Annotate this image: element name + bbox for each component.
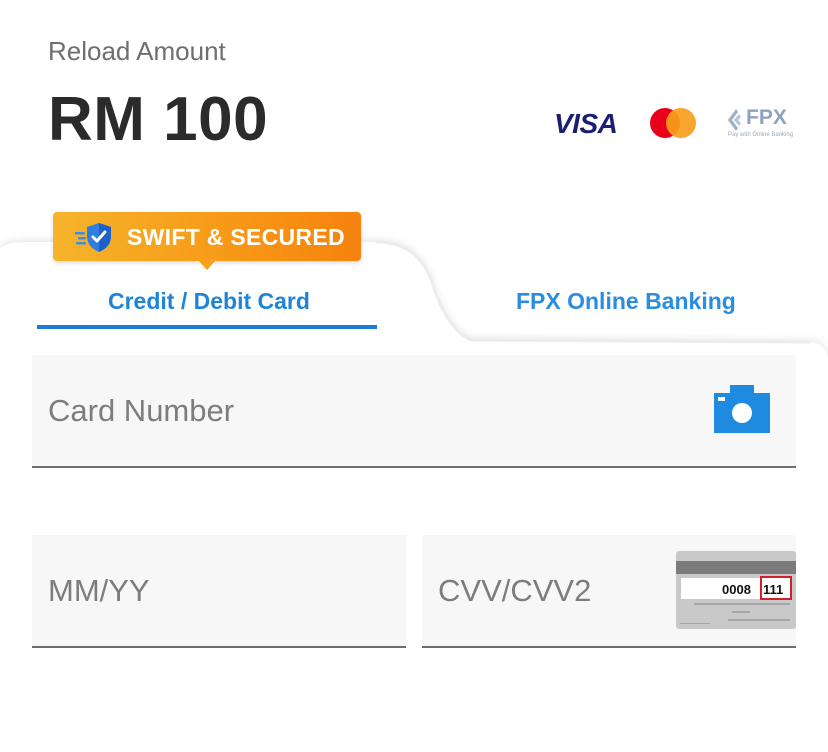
badge-pointer bbox=[197, 259, 217, 270]
mastercard-logo bbox=[650, 108, 696, 138]
reload-amount-label: Reload Amount bbox=[48, 36, 226, 66]
badge-text: SWIFT & SECURED bbox=[127, 224, 345, 250]
payment-logos: VISA FPX Pay with Online Banking bbox=[550, 100, 800, 146]
reload-amount-value: RM 100 bbox=[48, 85, 269, 154]
expiry-field[interactable] bbox=[32, 535, 406, 648]
card-number-field[interactable] bbox=[32, 355, 796, 468]
fpx-logo: FPX Pay with Online Banking bbox=[728, 106, 794, 138]
camera-icon[interactable] bbox=[714, 385, 770, 433]
cvv-hint-value: 111 bbox=[763, 582, 784, 597]
swift-secured-badge: SWIFT & SECURED bbox=[53, 212, 361, 261]
expiry-input[interactable] bbox=[32, 535, 406, 646]
card-number-input[interactable] bbox=[32, 355, 796, 466]
active-tab-indicator bbox=[37, 325, 377, 329]
shield-icon bbox=[75, 223, 111, 252]
visa-logo: VISA bbox=[554, 108, 618, 139]
tab-credit-debit-card[interactable]: Credit / Debit Card bbox=[108, 288, 310, 315]
cvv-card-hint-icon: 0008 111 bbox=[676, 551, 796, 629]
tab-fpx-online-banking[interactable]: FPX Online Banking bbox=[516, 288, 736, 315]
cvv-hint-card-number: 0008 bbox=[722, 582, 751, 597]
